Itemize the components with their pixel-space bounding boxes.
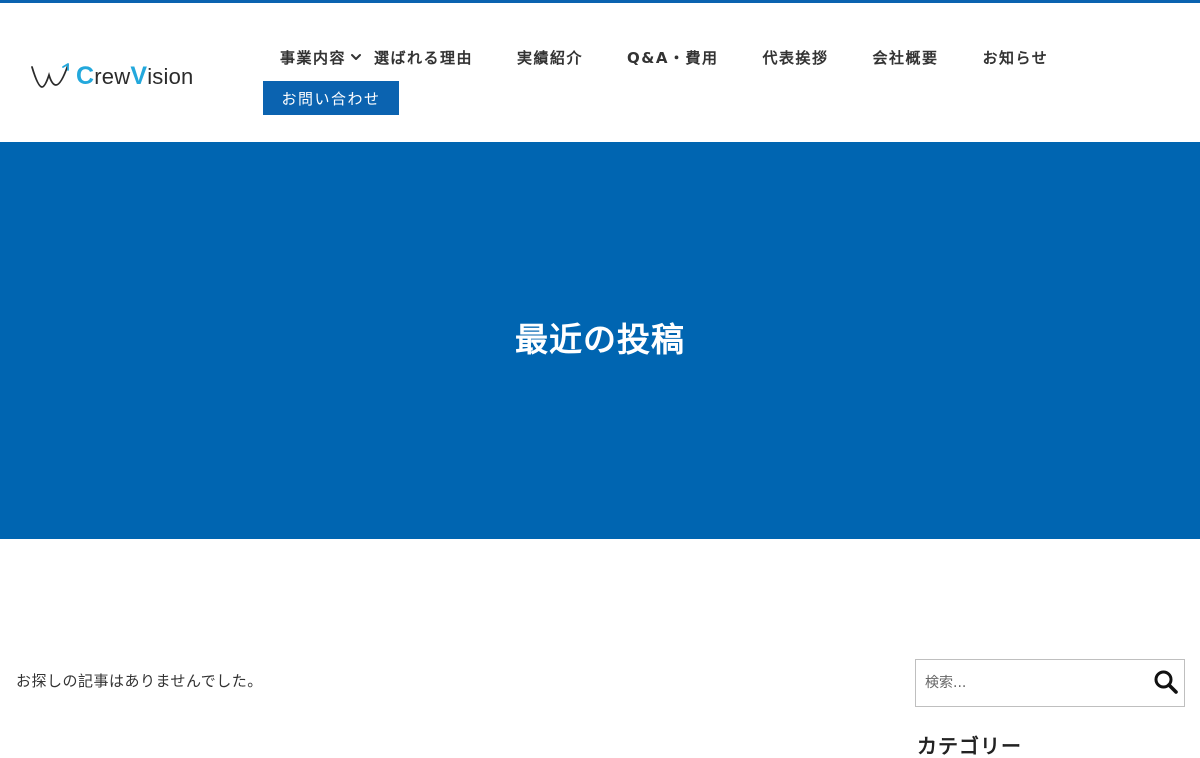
main-navigation: 事業内容 選ばれる理由 実績紹介 Q&A・費用 代表挨拶 会社概要 お知らせ	[263, 43, 1163, 71]
nav-item-label: Q&A・費用	[627, 48, 719, 67]
logo-mark-icon	[31, 63, 69, 88]
nav-item-label: 事業内容	[280, 48, 347, 67]
nav-item-news[interactable]: お知らせ	[983, 47, 1049, 68]
nav-item-label: 代表挨拶	[762, 48, 829, 67]
contact-button[interactable]: お問い合わせ	[263, 81, 399, 115]
sidebar-search	[915, 659, 1185, 707]
chevron-down-icon	[350, 51, 362, 63]
nav-item-results[interactable]: 実績紹介	[517, 47, 583, 68]
logo-accent-c: C	[76, 61, 95, 90]
page-title: 最近の投稿	[515, 319, 685, 359]
page-hero: 最近の投稿	[0, 142, 1200, 539]
nav-item-company[interactable]: 会社概要	[873, 47, 939, 68]
nav-item-label: 選ばれる理由	[374, 48, 474, 67]
nav-item-label: 会社概要	[872, 48, 939, 67]
search-button[interactable]	[1152, 668, 1180, 696]
logo-text-rew: rew	[94, 63, 131, 89]
nav-item-label: 実績紹介	[517, 48, 584, 67]
nav-item-label: お知らせ	[982, 48, 1049, 67]
logo-text: CrewVision	[76, 61, 194, 90]
nav-item-greeting[interactable]: 代表挨拶	[763, 47, 829, 68]
search-icon	[1154, 670, 1178, 694]
nav-item-services[interactable]: 事業内容	[280, 47, 362, 68]
no-results-message: お探しの記事はありませんでした。	[16, 672, 263, 690]
search-input[interactable]	[916, 663, 1141, 703]
logo-accent-v: V	[130, 61, 148, 90]
nav-item-reasons[interactable]: 選ばれる理由	[374, 47, 473, 68]
nav-item-qa-pricing[interactable]: Q&A・費用	[627, 47, 718, 68]
logo-text-ision: ision	[147, 63, 194, 89]
site-header: CrewVision 事業内容 選ばれる理由 実績紹介 Q&A・費用 代表挨拶	[0, 3, 1200, 142]
site-logo[interactable]: CrewVision	[30, 61, 193, 91]
category-heading: カテゴリー	[917, 734, 1022, 758]
